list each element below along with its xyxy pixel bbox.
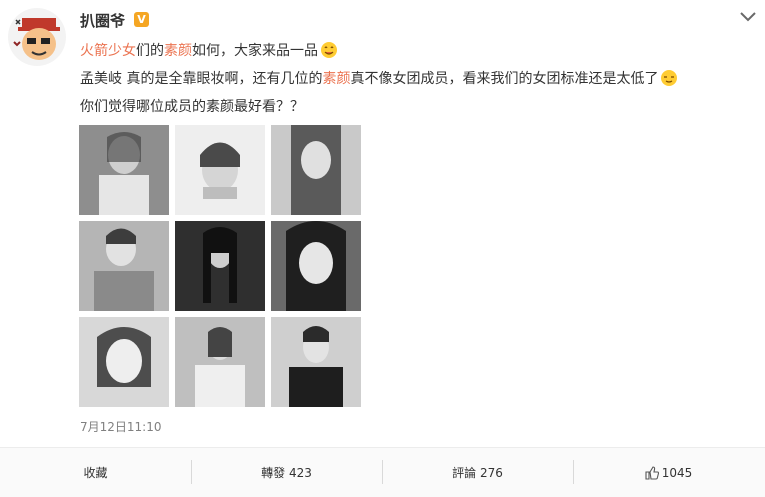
photo-thumbnail-6[interactable] [271,221,361,311]
like-button[interactable]: 1045 [573,448,764,497]
post-text-line-1: 火箭少女们的素颜如何，大家来品一品 [80,40,338,63]
thumbs-up-icon [645,465,659,480]
cartoon-avatar-icon [13,18,60,60]
photo-thumbnail-5[interactable] [175,221,265,311]
post-text-line-2: 孟美岐 真的是全靠眼妆啊，还有几位的素颜真不像女团成员，看来我们的女团标准还是太… [80,68,678,91]
photo-thumbnail-8[interactable] [175,317,265,407]
comment-button[interactable]: 評論 276 [382,448,573,497]
photo-grid [79,125,361,408]
photo-thumbnail-2[interactable] [175,125,265,215]
chevron-down-icon[interactable] [739,8,757,27]
repost-button[interactable]: 轉發 423 [191,448,382,497]
yum-emoji-icon [320,41,338,63]
action-bar: 收藏 轉發 423 評論 276 1045 [0,447,765,497]
relieved-emoji-icon [660,69,678,91]
post-timestamp[interactable]: 7月12日11:10 [80,418,162,435]
photo-thumbnail-3[interactable] [271,125,361,215]
photo-thumbnail-4[interactable] [79,221,169,311]
hashtag-link[interactable]: 火箭少女 [80,43,136,59]
photo-thumbnail-9[interactable] [271,317,361,407]
author-avatar[interactable] [8,8,66,66]
verified-badge: V [134,12,149,27]
author-name[interactable]: 扒圈爷 [80,10,125,31]
favorite-button[interactable]: 收藏 [0,448,191,497]
post-text-line-3: 你们觉得哪位成员的素颜最好看？？ [80,99,304,115]
photo-thumbnail-1[interactable] [79,125,169,215]
keyword-link[interactable]: 素颜 [322,71,350,87]
photo-thumbnail-7[interactable] [79,317,169,407]
keyword-link[interactable]: 素颜 [164,43,192,59]
